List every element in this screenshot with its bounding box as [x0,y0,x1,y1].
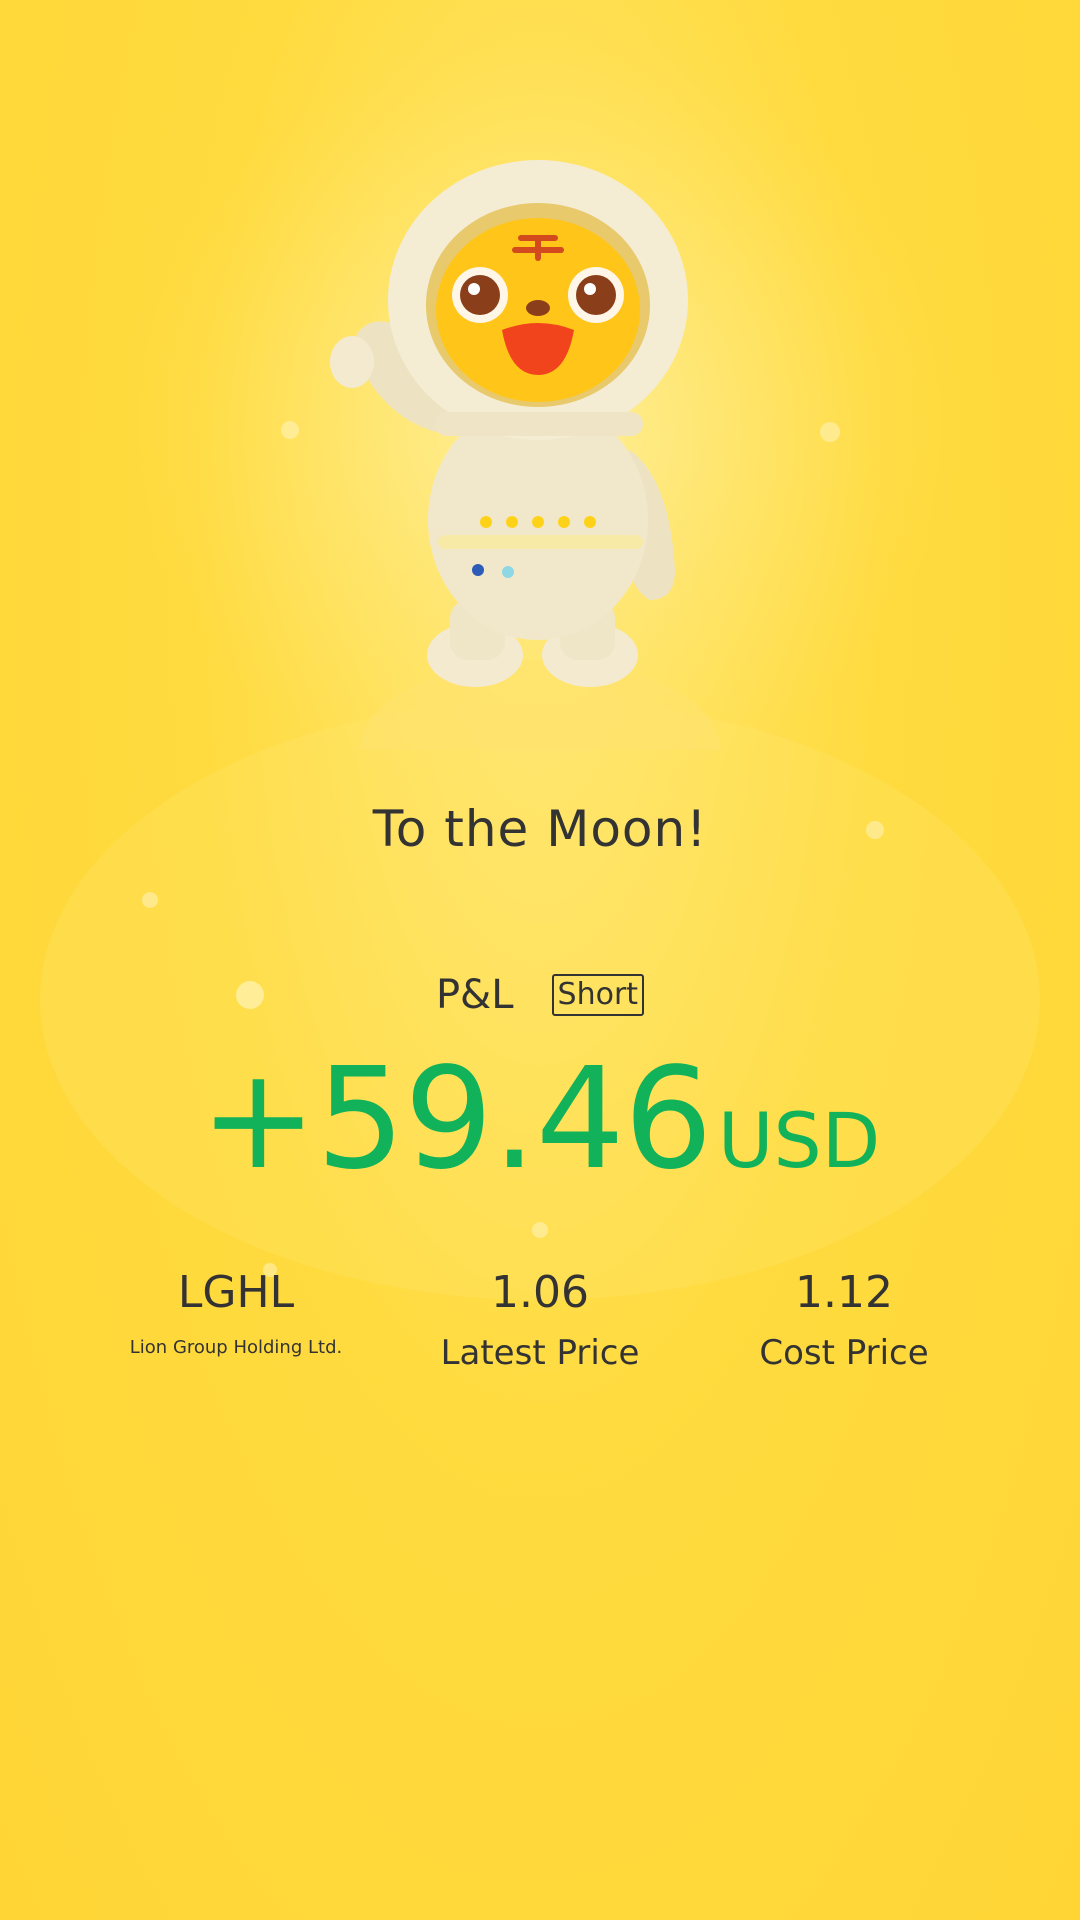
tiger-astronaut-mascot-icon [330,160,720,750]
cost-price-stat: 1.12 Cost Price [684,1265,1004,1375]
pnl-label: P&L [435,972,514,1018]
headline: To the Moon! [372,800,708,858]
pnl-value: +59.46 USD [0,1050,1080,1190]
pnl-header: P&L Short [0,972,1080,1018]
pnl-amount: +59.46 [199,1038,713,1201]
pnl-currency: USD [717,1096,881,1185]
stock-info: LGHL Lion Group Holding Ltd. [76,1265,396,1363]
stock-ticker: LGHL [177,1267,295,1318]
cost-price-value: 1.12 [795,1267,893,1318]
stats-row: LGHL Lion Group Holding Ltd. 1.06 Latest… [0,1265,1080,1425]
cost-price-label: Cost Price [759,1333,929,1373]
latest-price-stat: 1.06 Latest Price [380,1265,700,1375]
latest-price-value: 1.06 [491,1267,589,1318]
position-type-badge: Short [551,974,645,1016]
latest-price-label: Latest Price [440,1333,640,1373]
company-name: Lion Group Holding Ltd. [129,1337,343,1358]
